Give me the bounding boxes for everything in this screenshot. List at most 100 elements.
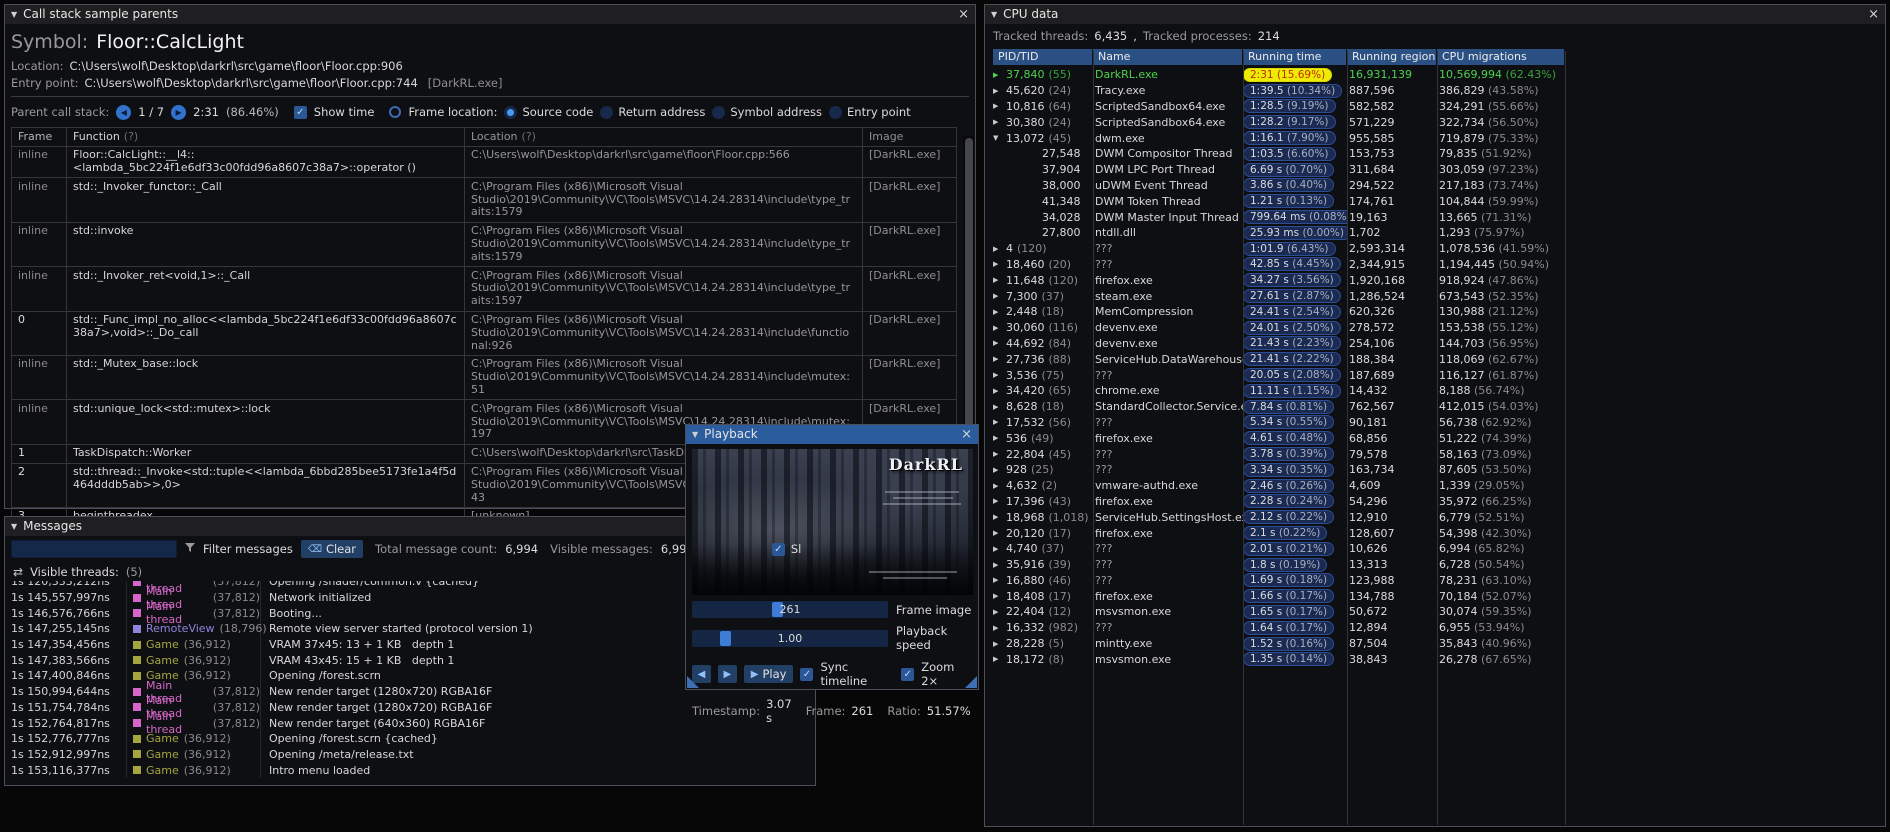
cpu-process-row[interactable]: ▶ 17,532 (56) ??? 5.34 s (0.55%) 90,181 … [993,415,1885,431]
frame-image-slider[interactable]: 261 [692,601,888,618]
cpu-process-row[interactable]: ▶ 20,120 (17) firefox.exe 2.1 s (0.22%) … [993,525,1885,541]
expand-arrow-icon[interactable]: ▶ [993,513,1006,521]
expand-arrow-icon[interactable]: ▶ [993,324,1006,332]
column-divider[interactable] [1093,51,1094,825]
expand-arrow-icon[interactable]: ▶ [993,434,1006,442]
expand-arrow-icon[interactable]: ▶ [993,245,1006,253]
expand-arrow-icon[interactable]: ▶ [993,561,1006,569]
cpu-process-row[interactable]: ▶ 536 (49) firefox.exe 4.61 s (0.48%) 68… [993,430,1885,446]
expand-arrow-icon[interactable]: ▶ [993,592,1006,600]
close-icon[interactable]: × [958,5,969,24]
radio-icon[interactable] [712,105,726,119]
cpu-titlebar[interactable]: ▼ CPU data × [985,5,1885,24]
sync-timeline-checkbox[interactable] [800,667,814,681]
cpu-process-row[interactable]: ▶ 4,740 (37) ??? 2.01 s (0.21%) 10,626 6… [993,541,1885,557]
resize-grip[interactable] [965,676,977,688]
help-marker[interactable]: (?) [124,130,138,143]
clear-button[interactable]: ⌫ Clear [300,540,364,558]
cpu-process-row[interactable]: 41,348 DWM Token Thread 1.21 s (0.13%) 1… [993,193,1885,209]
cpu-process-row[interactable]: ▶ 18,172 (8) msvsmon.exe 1.35 s (0.14%) … [993,651,1885,667]
checkbox-icon[interactable] [771,542,785,556]
frame-location-radio[interactable]: Return address [600,105,705,119]
radio-icon[interactable] [504,105,518,119]
expand-arrow-icon[interactable]: ▶ [993,118,1006,126]
cpu-process-row[interactable]: ▶ 18,460 (20) ??? 42.85 s (4.45%) 2,344,… [993,257,1885,273]
col-running-time[interactable]: Running time [1243,49,1347,65]
column-divider[interactable] [1437,51,1438,825]
message-row[interactable]: 1s 152,776,777ns Game (36,912) Opening /… [5,730,815,747]
column-divider[interactable] [1347,51,1348,825]
collapse-icon[interactable]: ▼ [11,5,17,24]
cpu-process-row[interactable]: 34,028 DWM Master Input Thread 799.64 ms… [993,209,1885,225]
cpu-process-row[interactable]: ▶ 8,628 (18) StandardCollector.Service.e… [993,399,1885,415]
expand-arrow-icon[interactable]: ▶ [993,87,1006,95]
cpu-process-row[interactable]: ▶ 27,736 (88) ServiceHub.DataWarehouse 2… [993,351,1885,367]
next-stack-button[interactable]: ▶ [171,104,187,120]
expand-arrow-icon[interactable]: ▶ [993,640,1006,648]
expand-arrow-icon[interactable]: ▶ [993,276,1006,284]
playback-titlebar[interactable]: ▼ Playback × [686,425,978,444]
cpu-process-row[interactable]: ▶ 7,300 (37) steam.exe 27.61 s (2.87%) 1… [993,288,1885,304]
cpu-process-row[interactable]: ▶ 45,620 (24) Tracy.exe 1:39.5 (10.34%) … [993,83,1885,99]
close-icon[interactable]: × [1868,5,1879,24]
zoom-2x-checkbox[interactable] [901,667,915,681]
expand-arrow-icon[interactable]: ▶ [993,102,1006,110]
collapse-icon[interactable]: ▼ [991,5,997,24]
cpu-process-row[interactable]: ▶ 37,840 (55) DarkRL.exe 2:31 (15.69%) 1… [993,67,1885,83]
cpu-process-row[interactable]: ▶ 4,632 (2) vmware-authd.exe 2.46 s (0.2… [993,478,1885,494]
cpu-process-row[interactable]: ▼ 13,072 (45) dwm.exe 1:16.1 (7.90%) 955… [993,130,1885,146]
expand-arrow-icon[interactable]: ▶ [993,292,1006,300]
message-row[interactable]: 1s 152,912,997ns Game (36,912) Opening /… [5,746,815,763]
frame-location-radio[interactable]: Source code [504,105,593,119]
expand-arrow-icon[interactable]: ▶ [993,655,1006,663]
expand-arrow-icon[interactable]: ▶ [993,608,1006,616]
cpu-process-row[interactable]: ▶ 22,404 (12) msvsmon.exe 1.65 s (0.17%)… [993,604,1885,620]
cpu-process-row[interactable]: ▶ 10,816 (64) ScriptedSandbox64.exe 1:28… [993,99,1885,115]
clipped-toolbar-checkbox[interactable]: Sl [771,542,801,556]
col-image[interactable]: Image [863,127,957,146]
callstack-frame-row[interactable]: inline std::_Invoker_functor::_Call C:\P… [11,178,957,223]
frame-location-radio[interactable]: Entry point [829,105,911,119]
expand-arrow-icon[interactable]: ▶ [993,545,1006,553]
cpu-process-row[interactable]: ▶ 28,228 (5) mintty.exe 1.52 s (0.16%) 8… [993,636,1885,652]
playback-speed-slider[interactable]: 1.00 [692,629,888,647]
expand-arrow-icon[interactable]: ▶ [993,371,1006,379]
prev-stack-button[interactable]: ◀ [116,104,132,120]
col-location[interactable]: Location (?) [465,127,863,146]
collapse-icon[interactable]: ▼ [692,425,698,444]
expand-arrow-icon[interactable]: ▶ [993,482,1006,490]
callstack-frame-row[interactable]: inline std::invoke C:\Program Files (x86… [11,222,957,268]
column-divider[interactable] [1565,51,1566,825]
expand-arrow-icon[interactable]: ▶ [993,308,1006,316]
cpu-process-row[interactable]: ▶ 34,420 (65) chrome.exe 11.11 s (1.15%)… [993,383,1885,399]
close-icon[interactable]: × [961,425,972,444]
message-row[interactable]: 1s 153,116,377ns Game (36,912) Intro men… [5,762,815,778]
expand-arrow-icon[interactable]: ▶ [993,339,1006,347]
col-frame[interactable]: Frame [11,127,67,146]
expand-arrow-icon[interactable]: ▶ [993,450,1006,458]
callstack-frame-row[interactable]: inline std::_Mutex_base::lock C:\Program… [11,355,957,401]
cpu-process-row[interactable]: ▶ 44,692 (84) devenv.exe 21.43 s (2.23%)… [993,336,1885,352]
expand-arrow-icon[interactable]: ▼ [993,134,1006,142]
radio-icon[interactable] [829,105,843,119]
expand-arrow-icon[interactable]: ▶ [993,576,1006,584]
play-button[interactable]: ▶ Play [743,665,794,683]
cpu-process-row[interactable]: ▶ 4 (120) ??? 1:01.9 (6.43%) 2,593,314 1… [993,241,1885,257]
expand-arrow-icon[interactable]: ▶ [993,418,1006,426]
cpu-process-row[interactable]: ▶ 928 (25) ??? 3.34 s (0.35%) 163,734 87… [993,462,1885,478]
step-forward-button[interactable]: ▶ [717,665,737,683]
column-divider[interactable] [1243,51,1244,825]
cpu-process-row[interactable]: 27,800 ntdll.dll 25.93 ms (0.00%) 1,702 … [993,225,1885,241]
expand-arrow-icon[interactable]: ▶ [993,387,1006,395]
cpu-process-row[interactable]: 27,548 DWM Compositor Thread 1:03.5 (6.6… [993,146,1885,162]
callstack-frame-row[interactable]: inline std::_Invoker_ret<void,1>::_Call … [11,267,957,312]
callstack-titlebar[interactable]: ▼ Call stack sample parents × [5,5,975,24]
cpu-process-row[interactable]: ▶ 30,060 (116) devenv.exe 24.01 s (2.50%… [993,320,1885,336]
expand-arrow-icon[interactable]: ▶ [993,403,1006,411]
col-running-regions[interactable]: Running regions [1347,49,1437,65]
col-name[interactable]: Name [1093,49,1243,65]
callstack-frame-row[interactable]: 0 std::_Func_impl_no_alloc<<lambda_5bc22… [11,311,957,356]
cpu-process-row[interactable]: ▶ 16,880 (46) ??? 1.69 s (0.18%) 123,988… [993,573,1885,589]
collapse-icon[interactable]: ▼ [11,517,17,536]
expand-arrow-icon[interactable]: ▶ [993,624,1006,632]
